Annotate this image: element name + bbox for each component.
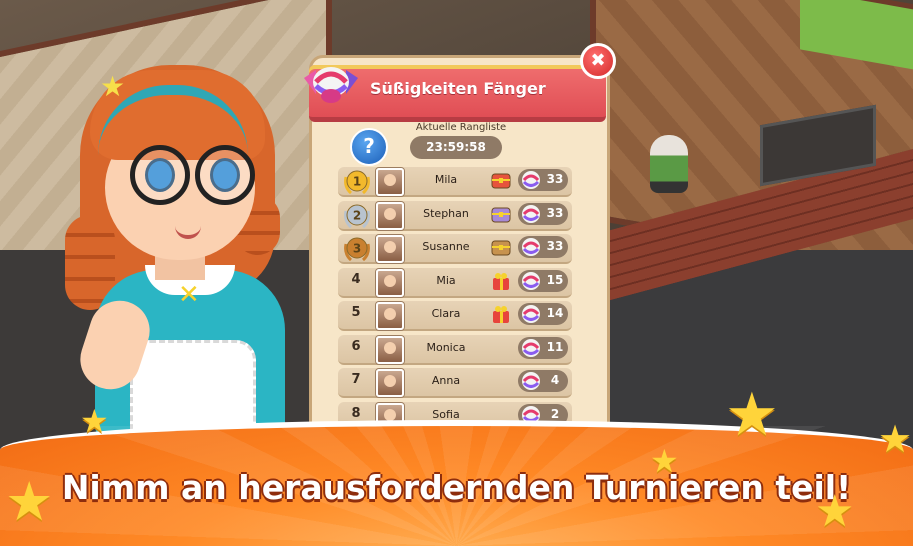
gift-icon bbox=[493, 306, 509, 323]
help-icon[interactable]: ? bbox=[350, 128, 388, 166]
star-icon: ★ bbox=[815, 486, 855, 537]
player-name: Monica bbox=[426, 340, 466, 354]
candy-score-icon bbox=[522, 204, 540, 223]
star-icon: ★ bbox=[5, 470, 54, 533]
candy-icon bbox=[304, 67, 358, 103]
close-icon[interactable]: ✖ bbox=[580, 43, 616, 79]
glasses-right bbox=[195, 145, 255, 205]
leaderboard-list: 1 Mila 33 2 Stephan 33 3 Susanne 33 4 Mi… bbox=[338, 167, 572, 435]
leaderboard-row[interactable]: 5 Clara 14 bbox=[338, 301, 572, 331]
avatar bbox=[376, 235, 404, 263]
leaderboard-row[interactable]: 6 Monica 11 bbox=[338, 334, 572, 365]
ranking-label: Aktuelle Rangliste bbox=[415, 122, 507, 133]
score-value: 14 bbox=[546, 306, 564, 320]
candy-score-icon bbox=[522, 305, 540, 323]
score-value: 15 bbox=[546, 272, 564, 287]
star-icon: ★ bbox=[650, 442, 679, 480]
chest-red-icon bbox=[491, 173, 511, 189]
medal-rank: 2 bbox=[353, 208, 361, 222]
countdown-timer: 23:59:58 bbox=[410, 136, 502, 159]
star-icon: ★ bbox=[80, 402, 109, 440]
avatar bbox=[376, 335, 404, 364]
leaderboard-row[interactable]: 2 Stephan 33 bbox=[338, 200, 572, 231]
rank-number: 7 bbox=[351, 372, 361, 387]
score-value: 11 bbox=[546, 339, 564, 354]
avatar bbox=[376, 168, 404, 196]
player-name: Mila bbox=[434, 173, 458, 186]
chest-purple-icon bbox=[491, 207, 511, 222]
rank-number: 6 bbox=[351, 338, 361, 354]
score-value: 33 bbox=[546, 205, 564, 220]
medal-silver-icon: 2 bbox=[344, 204, 370, 228]
leaderboard-row[interactable]: 4 Mia 15 bbox=[338, 267, 572, 298]
candy-score-icon bbox=[522, 238, 540, 256]
lace: ✕ bbox=[178, 280, 200, 310]
star-icon: ★ bbox=[725, 380, 779, 450]
gift-icon bbox=[493, 272, 509, 290]
player-name: Anna bbox=[431, 374, 461, 387]
chef-character bbox=[650, 135, 688, 193]
player-name: Sofia bbox=[432, 407, 460, 421]
player-name: Mia bbox=[436, 273, 456, 287]
chest-brown-icon bbox=[491, 240, 511, 256]
leaderboard-row[interactable]: 3 Susanne 33 bbox=[338, 234, 572, 264]
popup-title: Süßigkeiten Fänger bbox=[370, 79, 546, 98]
player-name: Clara bbox=[431, 307, 461, 320]
avatar bbox=[376, 369, 404, 397]
player-name: Susanne bbox=[422, 240, 470, 253]
rank-number: 5 bbox=[351, 305, 361, 320]
star-hairclip-icon: ★ bbox=[100, 70, 126, 103]
score-value: 2 bbox=[550, 406, 560, 421]
player-name: Stephan bbox=[423, 206, 469, 220]
banner-headline: Nimm an herausfordernden Turnieren teil! bbox=[61, 468, 852, 507]
girl-character: ✕ ★ bbox=[60, 45, 310, 456]
glasses-left bbox=[130, 145, 190, 205]
avatar bbox=[376, 201, 404, 230]
candy-score-icon bbox=[522, 171, 540, 189]
avatar bbox=[376, 268, 404, 297]
score-value: 33 bbox=[546, 239, 564, 253]
candy-score-icon bbox=[522, 271, 540, 290]
medal-gold-icon: 1 bbox=[344, 170, 370, 195]
rank-number: 8 bbox=[351, 405, 361, 421]
medal-bronze-icon: 3 bbox=[344, 237, 370, 262]
score-value: 4 bbox=[550, 373, 560, 387]
rank-number: 4 bbox=[351, 271, 361, 287]
leaderboard-row[interactable]: 7 Anna 4 bbox=[338, 368, 572, 398]
candy-score-icon bbox=[522, 338, 540, 357]
medal-rank: 3 bbox=[353, 242, 361, 256]
leaderboard-row[interactable]: 1 Mila 33 bbox=[338, 167, 572, 197]
star-icon: ★ bbox=[878, 417, 913, 461]
medal-rank: 1 bbox=[353, 175, 361, 189]
candy-score-icon bbox=[522, 372, 540, 390]
score-value: 33 bbox=[546, 172, 564, 186]
avatar bbox=[376, 302, 404, 330]
